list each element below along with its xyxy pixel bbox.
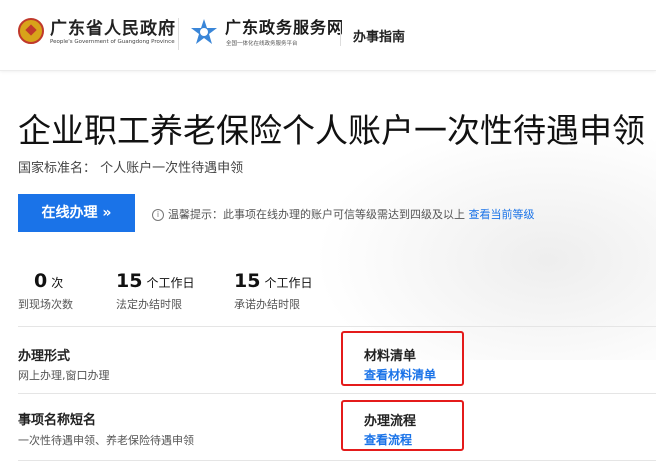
- view-level-link[interactable]: 查看当前等级: [469, 208, 535, 221]
- materials-label: 材料清单: [364, 349, 417, 364]
- guide-nav-label[interactable]: 办事指南: [353, 26, 405, 45]
- stat-legal-limit: 15 个工作日 法定办结时限: [116, 270, 194, 312]
- divider-line: [18, 393, 656, 394]
- stat-unit: 个工作日: [264, 276, 313, 290]
- service-title[interactable]: 广东政务服务网: [225, 14, 344, 38]
- standard-name: 国家标准名： 个人账户一次性待遇申领: [18, 161, 244, 176]
- tip-text: 温馨提示：此事项在线办理的账户可信等级需达到四级及以上: [168, 208, 465, 221]
- service-subtitle: 全国一体化在线政务服务平台: [226, 41, 298, 47]
- divider-line: [18, 460, 656, 461]
- stat-number: 15: [116, 270, 143, 292]
- process-label: 办理流程: [364, 414, 417, 429]
- stat-promised-limit: 15 个工作日 承诺办结时限: [234, 270, 312, 312]
- online-apply-button[interactable]: 在线办理 »: [18, 194, 135, 232]
- view-materials-link[interactable]: 查看材料清单: [364, 366, 436, 383]
- site-header: 广东省人民政府 People's Government of Guangdong…: [0, 0, 656, 71]
- stat-label: 到现场次数: [18, 298, 73, 311]
- stat-label: 法定办结时限: [116, 298, 182, 311]
- gov-title[interactable]: 广东省人民政府: [50, 14, 176, 39]
- stat-number: 15: [234, 270, 261, 292]
- short-name-label: 事项名称短名: [18, 413, 97, 428]
- stat-unit: 次: [51, 276, 64, 290]
- gov-subtitle: People's Government of Guangdong Provinc…: [50, 39, 175, 45]
- warm-tip: i 温馨提示：此事项在线办理的账户可信等级需达到四级及以上 查看当前等级: [152, 206, 535, 222]
- header-divider: [178, 18, 179, 50]
- stat-unit: 个工作日: [146, 276, 195, 290]
- handling-form-value: 网上办理,窗口办理: [18, 369, 110, 382]
- handling-form-label: 办理形式: [18, 349, 71, 364]
- national-emblem-icon: [18, 18, 44, 44]
- divider-line: [18, 326, 656, 327]
- stat-label: 承诺办结时限: [234, 298, 300, 311]
- service-logo-icon: [191, 19, 217, 44]
- view-process-link[interactable]: 查看流程: [364, 431, 412, 448]
- info-icon: i: [152, 209, 164, 221]
- stat-visits: 0次 到现场次数: [18, 270, 73, 312]
- stat-number: 0: [34, 270, 48, 292]
- page-title: 企业职工养老保险个人账户一次性待遇申领: [18, 111, 645, 150]
- header-divider: [340, 22, 341, 46]
- short-name-value: 一次性待遇申领、养老保险待遇申领: [18, 434, 194, 447]
